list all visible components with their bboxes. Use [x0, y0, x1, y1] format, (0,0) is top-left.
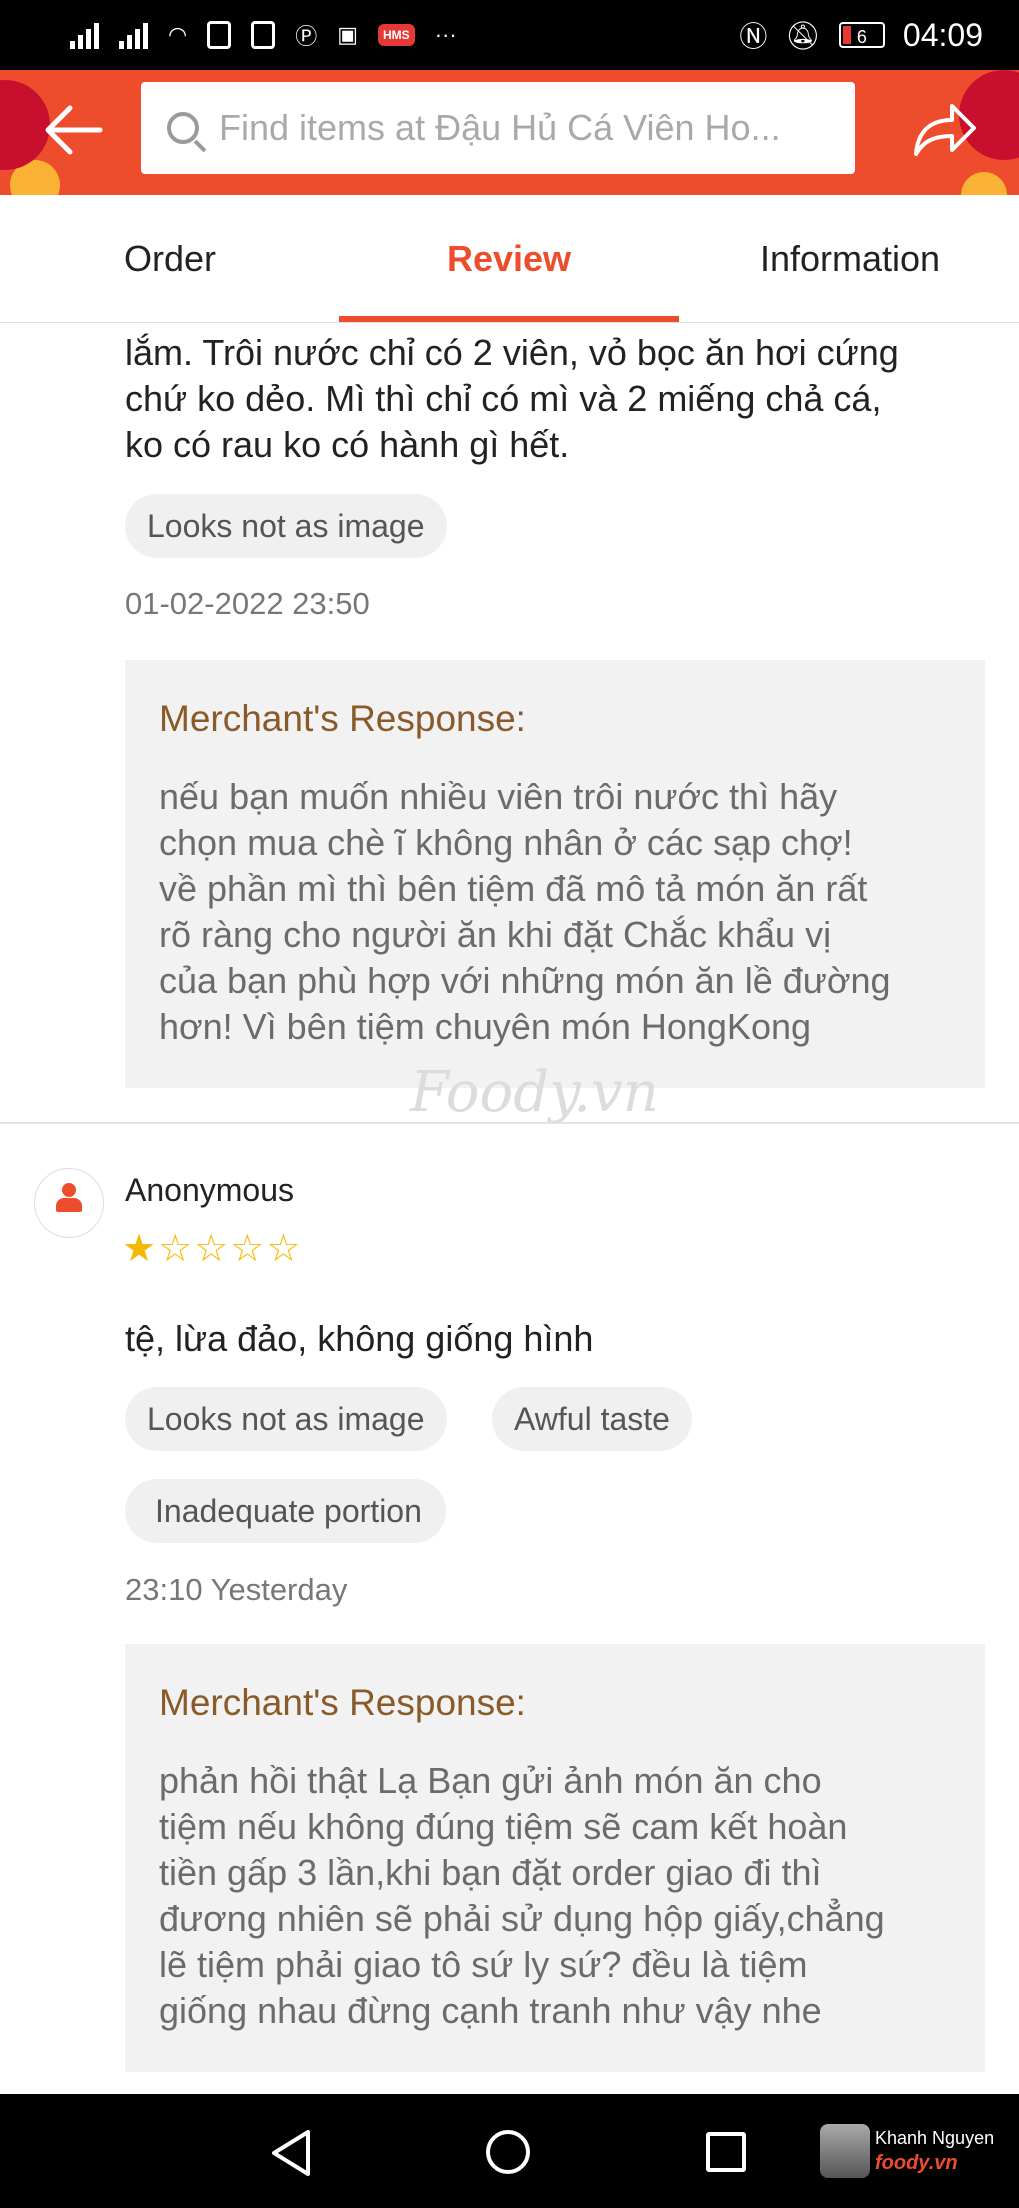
review-divider	[0, 1122, 1019, 1124]
share-icon[interactable]	[910, 98, 978, 160]
review-tag: Inadequate portion	[125, 1479, 446, 1543]
nav-recents-icon[interactable]	[706, 2132, 746, 2172]
foody-logo: foody.vn	[875, 2152, 958, 2174]
app-icon: ▣	[337, 22, 359, 47]
star-empty-icon: ☆	[230, 1228, 267, 1270]
search-input[interactable]: Find items at Đậu Hủ Cá Viên Ho...	[141, 82, 855, 174]
wifi-icon: ◠	[168, 22, 188, 47]
tab-information[interactable]: Information	[720, 195, 980, 322]
star-empty-icon: ☆	[266, 1228, 303, 1270]
response-line: tiền gấp 3 lần,khi bạn đặt order giao đi…	[159, 1852, 822, 1893]
review-text-line: ko có rau ko có hành gì hết.	[125, 424, 570, 465]
review-date: 01-02-2022 23:50	[125, 586, 370, 621]
back-arrow-icon[interactable]	[40, 100, 106, 160]
pinterest-icon: Ⓟ	[295, 24, 318, 49]
user-name: Khanh Nguyen	[875, 2128, 995, 2148]
star-empty-icon: ☆	[158, 1228, 195, 1270]
response-line: hơn! Vì bên tiệm chuyên món HongKong	[159, 1006, 812, 1047]
review-text: tệ, lừa đảo, không giống hình	[125, 1318, 594, 1359]
status-icons-left: ◠ Ⓟ ▣ HMS ···	[70, 14, 457, 56]
star-filled-icon: ★	[122, 1228, 159, 1270]
mute-icon: 🔕︎	[785, 19, 821, 51]
news-icon	[251, 21, 276, 49]
status-icons-right: Ⓝ 🔕︎ 6 04:09	[739, 14, 983, 56]
merchant-response-title: Merchant's Response:	[159, 698, 526, 739]
response-line: tiệm nếu không đúng tiệm sẽ cam kết hoàn	[159, 1806, 848, 1847]
user-photo	[820, 2124, 870, 2178]
tab-active-indicator	[339, 316, 679, 322]
response-line: chọn mua chè ĩ không nhân ở các sạp chợ!	[159, 822, 853, 863]
clock: 04:09	[902, 16, 983, 53]
merchant-response-text: phản hồi thật Lạ Bạn gửi ảnh món ăn cho …	[159, 1758, 979, 2034]
response-line: đương nhiên sẽ phải sử dụng hộp giấy,chẳ…	[159, 1898, 885, 1939]
review-text: lắm. Trôi nước chỉ có 2 viên, vỏ bọc ăn …	[125, 330, 985, 468]
star-rating: ★☆☆☆☆	[122, 1226, 302, 1271]
header-bar: Find items at Đậu Hủ Cá Viên Ho...	[0, 70, 1019, 195]
response-line: về phần mì thì bên tiệm đã mô tả món ăn …	[159, 868, 868, 909]
review-text-line: lắm. Trôi nước chỉ có 2 viên, vỏ bọc ăn …	[125, 332, 899, 373]
response-line: giống nhau đừng cạnh tranh như vậy nhe	[159, 1990, 822, 2031]
response-line: phản hồi thật Lạ Bạn gửi ảnh món ăn cho	[159, 1760, 822, 1801]
more-icon: ···	[434, 22, 457, 47]
signal-icon-2	[119, 21, 148, 49]
reviewer-name: Anonymous	[125, 1172, 294, 1208]
status-bar: ◠ Ⓟ ▣ HMS ··· Ⓝ 🔕︎ 6 04:09	[0, 0, 1019, 70]
tab-bar: Order Review Information	[0, 195, 1019, 323]
avatar	[34, 1168, 104, 1238]
merchant-response: Merchant's Response: phản hồi thật Lạ Bạ…	[125, 1644, 985, 2072]
review-tag: Looks not as image	[125, 494, 447, 558]
signal-icon	[70, 21, 99, 49]
star-empty-icon: ☆	[194, 1228, 231, 1270]
review-tag: Looks not as image	[125, 1387, 447, 1451]
review-text-line: chứ ko dẻo. Mì thì chỉ có mì và 2 miếng …	[125, 378, 882, 419]
navigation-bar: Khanh Nguyen foody.vn	[0, 2094, 1019, 2208]
tab-order[interactable]: Order	[40, 195, 300, 322]
phone-icon	[207, 21, 232, 49]
review-tag: Awful taste	[492, 1387, 692, 1451]
response-line: lẽ tiệm phải giao tô sứ ly sứ? đều là ti…	[159, 1944, 808, 1985]
merchant-response-title: Merchant's Response:	[159, 1682, 526, 1723]
search-icon	[167, 112, 199, 144]
nfc-icon: Ⓝ	[739, 21, 768, 52]
tab-review[interactable]: Review	[339, 195, 679, 322]
response-line: nếu bạn muốn nhiều viên trôi nước thì hã…	[159, 776, 838, 817]
nav-home-icon[interactable]	[486, 2130, 530, 2174]
response-line: của bạn phù hợp với những món ăn lề đườn…	[159, 960, 891, 1001]
user-icon	[56, 1183, 82, 1212]
hms-badge: HMS	[378, 24, 415, 46]
merchant-response: Merchant's Response: nếu bạn muốn nhiều …	[125, 660, 985, 1088]
response-line: rõ ràng cho người ăn khi đặt Chắc khẩu v…	[159, 914, 832, 955]
search-placeholder: Find items at Đậu Hủ Cá Viên Ho...	[219, 107, 781, 148]
merchant-response-text: nếu bạn muốn nhiều viên trôi nước thì hã…	[159, 774, 969, 1050]
review-date: 23:10 Yesterday	[125, 1572, 348, 1607]
battery-icon: 6	[838, 22, 885, 48]
foody-watermark: Foody.vn	[410, 1060, 659, 1125]
nav-back-icon[interactable]	[268, 2128, 314, 2178]
